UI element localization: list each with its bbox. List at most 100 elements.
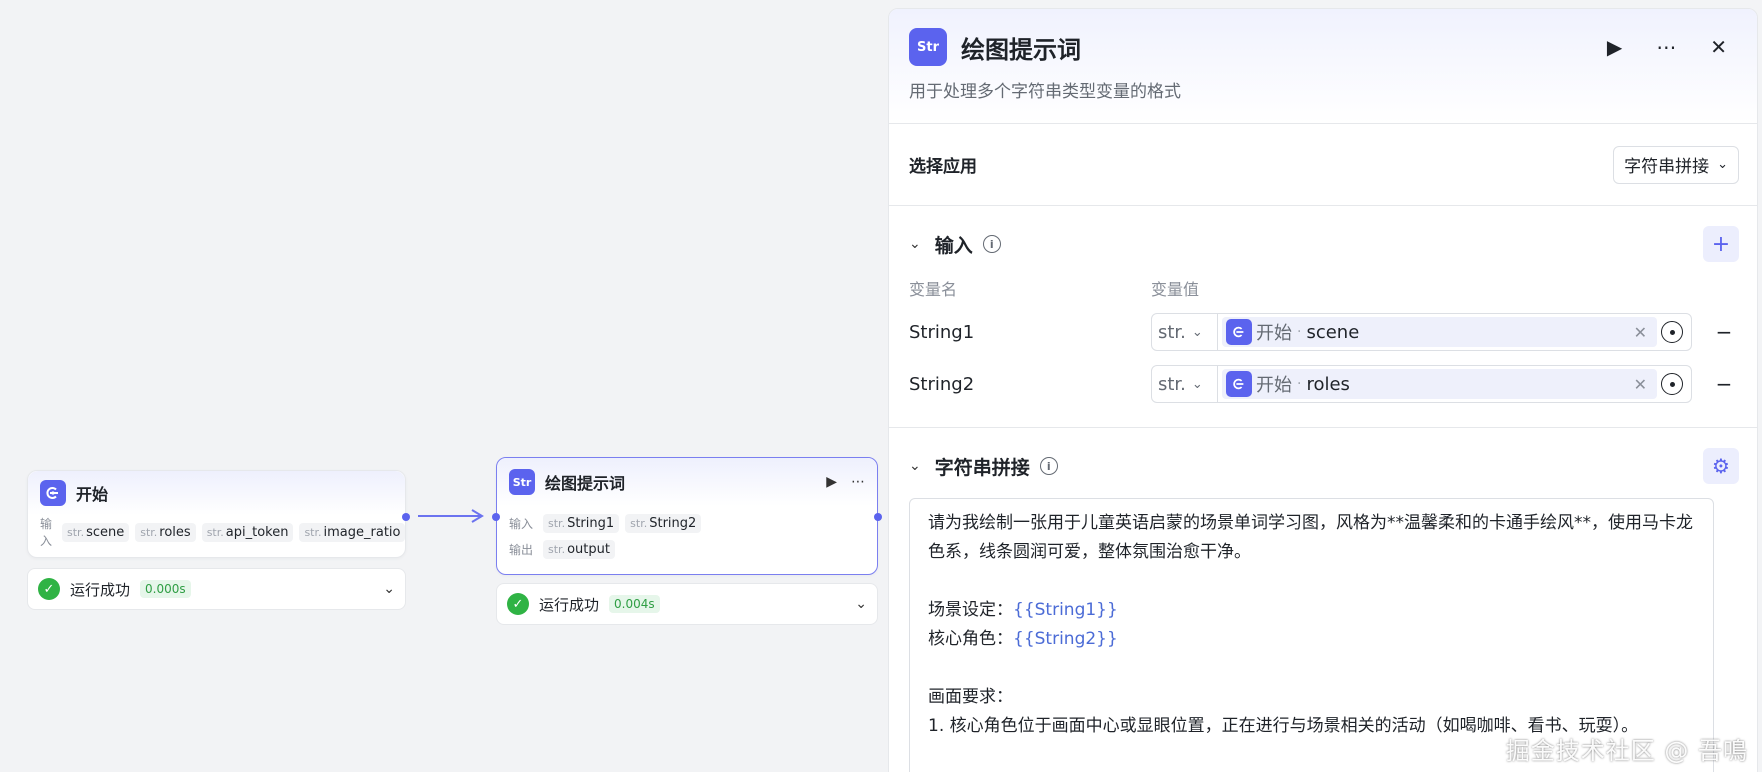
- remove-variable-button[interactable]: −: [1714, 372, 1734, 396]
- prompt-node-status[interactable]: ✓ 运行成功 0.004s ⌄: [496, 583, 878, 625]
- start-node[interactable]: 开始 输入 str. scene str. roles str. api_token …: [27, 470, 410, 558]
- template-line: 核心角色：{{String2}}: [928, 629, 1118, 649]
- status-text: 运行成功: [539, 595, 600, 614]
- success-check-icon: ✓: [38, 578, 60, 600]
- info-icon[interactable]: i: [982, 235, 1001, 253]
- start-node-icon: [1226, 371, 1252, 397]
- prompt-node-title: 绘图提示词: [545, 474, 626, 493]
- variable-column-headers: 变量名 变量值: [909, 270, 1739, 306]
- more-icon[interactable]: ⋯: [851, 474, 865, 490]
- run-icon[interactable]: ▶: [1607, 35, 1622, 59]
- close-icon[interactable]: ✕: [1710, 35, 1727, 59]
- chevron-down-icon[interactable]: ⌄: [383, 581, 395, 597]
- app-select-dropdown[interactable]: 字符串拼接 ⌄: [1613, 145, 1739, 184]
- input-chip-image-ratio: str. image_ratio: [299, 522, 406, 542]
- reference-separator: ·: [1297, 324, 1302, 340]
- clear-icon[interactable]: ✕: [1634, 375, 1647, 394]
- add-variable-button[interactable]: +: [1703, 226, 1739, 262]
- variable-picker-icon[interactable]: [1661, 321, 1683, 343]
- app-select-section: 选择应用 字符串拼接 ⌄: [889, 124, 1757, 206]
- node-config-panel: Str 绘图提示词 ▶ ⋯ ✕ 用于处理多个字符串类型变量的格式 选择应用 字符…: [888, 8, 1758, 772]
- output-label: 输出: [509, 542, 534, 557]
- start-node-header: 开始: [28, 471, 405, 515]
- start-node-icon: [40, 480, 66, 506]
- variable-reference[interactable]: 开始 · roles ✕: [1222, 369, 1657, 399]
- chevron-down-icon: ⌄: [1717, 157, 1728, 172]
- prompt-node-output-port[interactable]: [874, 513, 882, 521]
- reference-separator: ·: [1297, 376, 1302, 392]
- panel-description: 用于处理多个字符串类型变量的格式: [909, 82, 1181, 102]
- type-select[interactable]: str. ⌄: [1152, 314, 1218, 350]
- type-select[interactable]: str. ⌄: [1152, 366, 1218, 402]
- prompt-node-body: 输入 str. String1 str. String2 输出 str. output: [497, 506, 877, 572]
- prompt-node[interactable]: Str 绘图提示词 ▶ ⋯ 输入 str. String1 str. String2…: [492, 457, 882, 575]
- status-text: 运行成功: [70, 580, 131, 599]
- prompt-node-outputs: 输出 str. output: [509, 536, 865, 562]
- collapse-chevron-icon[interactable]: ⌄: [909, 458, 921, 474]
- concat-section-title: 字符串拼接: [934, 456, 1030, 479]
- start-node-icon: [1226, 319, 1252, 345]
- variable-row: String1 str. ⌄ 开始 · scene ✕ −: [909, 306, 1739, 358]
- chevron-down-icon: ⌄: [1191, 324, 1203, 340]
- input-chip-string2: str. String2: [625, 513, 702, 533]
- variable-value-field[interactable]: str. ⌄ 开始 · scene ✕: [1151, 313, 1692, 351]
- clear-icon[interactable]: ✕: [1634, 323, 1647, 342]
- start-node-output-port[interactable]: [402, 513, 410, 521]
- template-line: 请为我绘制一张用于儿童英语启蒙的场景单词学习图，风格为**温馨柔和的卡通手绘风*…: [928, 513, 1693, 562]
- input-chip-roles: str. roles: [135, 522, 196, 542]
- input-label: 输入: [509, 516, 534, 531]
- variable-name[interactable]: String2: [909, 374, 1151, 395]
- input-section-title: 输入: [934, 234, 973, 257]
- start-node-body: 输入 str. scene str. roles str. api_token str…: [28, 515, 406, 555]
- output-chip-output: str. output: [543, 539, 615, 559]
- col-variable-value: 变量值: [1151, 280, 1200, 299]
- variable-reference[interactable]: 开始 · scene ✕: [1222, 317, 1657, 347]
- reference-node-name: 开始: [1256, 323, 1292, 344]
- reference-variable: scene: [1306, 321, 1360, 343]
- app-select-label: 选择应用: [909, 157, 977, 177]
- gear-icon[interactable]: ⚙: [1703, 448, 1739, 484]
- template-variable: {{String2}}: [1013, 629, 1118, 649]
- app-select-value: 字符串拼接: [1624, 157, 1710, 177]
- edge-connector: [418, 509, 484, 523]
- collapse-chevron-icon[interactable]: ⌄: [909, 236, 921, 252]
- prompt-node-inputs: 输入 str. String1 str. String2: [509, 510, 865, 536]
- remove-variable-button[interactable]: −: [1714, 320, 1734, 344]
- panel-title: 绘图提示词: [961, 35, 1081, 64]
- input-label: 输入: [40, 517, 53, 548]
- start-node-title: 开始: [76, 485, 109, 504]
- concat-section: ⌄ 字符串拼接 i ⚙ 请为我绘制一张用于儿童英语启蒙的场景单词学习图，风格为*…: [889, 428, 1757, 772]
- variable-picker-icon[interactable]: [1661, 373, 1683, 395]
- prompt-node-input-port[interactable]: [492, 513, 500, 521]
- run-time-badge: 0.004s: [609, 595, 660, 613]
- success-check-icon: ✓: [507, 593, 529, 615]
- prompt-node-header: Str 绘图提示词 ▶ ⋯: [497, 458, 877, 506]
- variable-value-field[interactable]: str. ⌄ 开始 · roles ✕: [1151, 365, 1692, 403]
- input-chip-api-token: str. api_token: [201, 522, 294, 542]
- run-time-badge: 0.000s: [140, 580, 191, 598]
- template-line: 画面要求：: [928, 687, 1013, 707]
- info-icon[interactable]: i: [1039, 457, 1058, 475]
- template-line: 场景设定：{{String1}}: [928, 600, 1118, 620]
- template-blank-line: [928, 654, 1695, 683]
- reference-variable: roles: [1306, 373, 1350, 395]
- chevron-down-icon: ⌄: [1191, 376, 1203, 392]
- workflow-canvas[interactable]: 开始 输入 str. scene str. roles str. api_token …: [0, 0, 890, 772]
- prompt-node-actions: ▶ ⋯: [826, 474, 865, 490]
- chevron-down-icon[interactable]: ⌄: [855, 596, 867, 612]
- run-icon[interactable]: ▶: [826, 474, 837, 490]
- string-node-icon: Str: [909, 28, 947, 66]
- string-node-icon: Str: [509, 469, 535, 495]
- variable-row: String2 str. ⌄ 开始 · roles ✕ −: [909, 358, 1739, 410]
- input-section: ⌄ 输入 i + 变量名 变量值 String1 str. ⌄ 开始 · sce…: [889, 206, 1757, 428]
- start-node-status[interactable]: ✓ 运行成功 0.000s ⌄: [27, 568, 406, 610]
- variable-name[interactable]: String1: [909, 322, 1151, 343]
- input-chip-scene: str. scene: [62, 522, 130, 542]
- panel-header: Str 绘图提示词 ▶ ⋯ ✕ 用于处理多个字符串类型变量的格式: [889, 9, 1757, 124]
- reference-node-name: 开始: [1256, 375, 1292, 396]
- template-variable: {{String1}}: [1013, 600, 1118, 620]
- col-variable-name: 变量名: [909, 280, 958, 299]
- input-chip-string1: str. String1: [543, 513, 620, 533]
- start-node-inputs: 输入 str. scene str. roles str. api_token str…: [40, 517, 406, 548]
- more-icon[interactable]: ⋯: [1656, 35, 1676, 59]
